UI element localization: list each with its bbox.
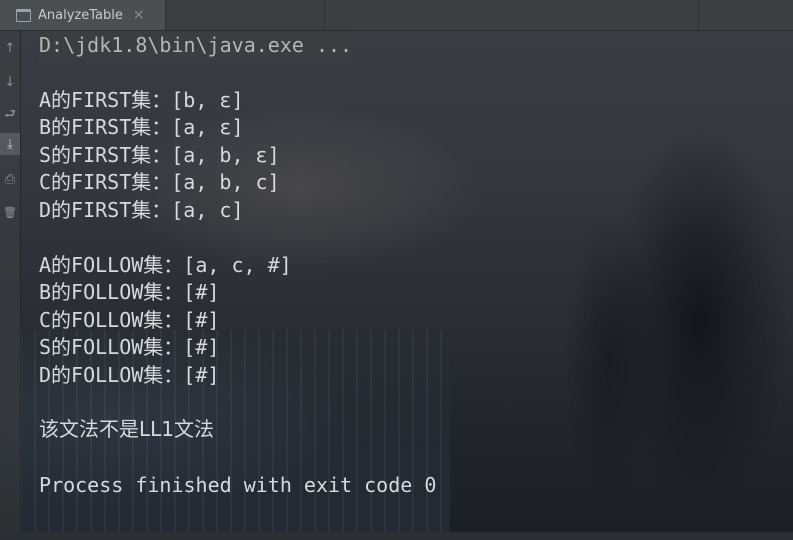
follow-set-line: A的FOLLOW集：[a, c, #] [39, 253, 292, 277]
print-icon[interactable]: ⎙ [0, 168, 20, 190]
soft-wrap-icon[interactable]: ⮐ [0, 105, 20, 127]
first-set-line: C的FIRST集：[a, b, c] [39, 170, 280, 194]
follow-set-line: D的FOLLOW集：[#] [39, 363, 220, 387]
first-set-line: D的FIRST集：[a, c] [39, 198, 244, 222]
follow-set-line: B的FOLLOW集：[#] [39, 280, 220, 304]
console-window-icon [16, 8, 31, 22]
tab-separator [698, 0, 699, 30]
command-line: D:\jdk1.8\bin\java.exe ... [39, 31, 353, 59]
down-arrow-icon[interactable]: ↓ [0, 71, 20, 93]
console-toolbar: ↑ ↓ ⮐ ⤓ ⎙ 🗑 [0, 31, 21, 532]
exit-message: Process finished with exit code 0 [39, 473, 437, 497]
scroll-to-end-icon[interactable]: ⤓ [0, 133, 20, 155]
close-icon[interactable]: × [133, 7, 145, 23]
first-set-line: A的FIRST集：[b, ε] [39, 88, 244, 112]
tab-bar: AnalyzeTable × [0, 0, 793, 31]
tab-label: AnalyzeTable [38, 7, 123, 23]
trash-icon[interactable]: 🗑 [0, 201, 20, 223]
first-set-line: B的FIRST集：[a, ε] [39, 115, 244, 139]
tab-analyze-table[interactable]: AnalyzeTable × [0, 0, 166, 30]
character-artwork [470, 60, 793, 540]
tab-separator [324, 0, 325, 30]
follow-set-line: S的FOLLOW集：[#] [39, 335, 220, 359]
verdict-line: 该文法不是LL1文法 [39, 417, 215, 441]
first-set-line: S的FIRST集：[a, b, ε] [39, 143, 280, 167]
up-arrow-icon[interactable]: ↑ [0, 37, 20, 59]
follow-set-line: C的FOLLOW集：[#] [39, 308, 220, 332]
